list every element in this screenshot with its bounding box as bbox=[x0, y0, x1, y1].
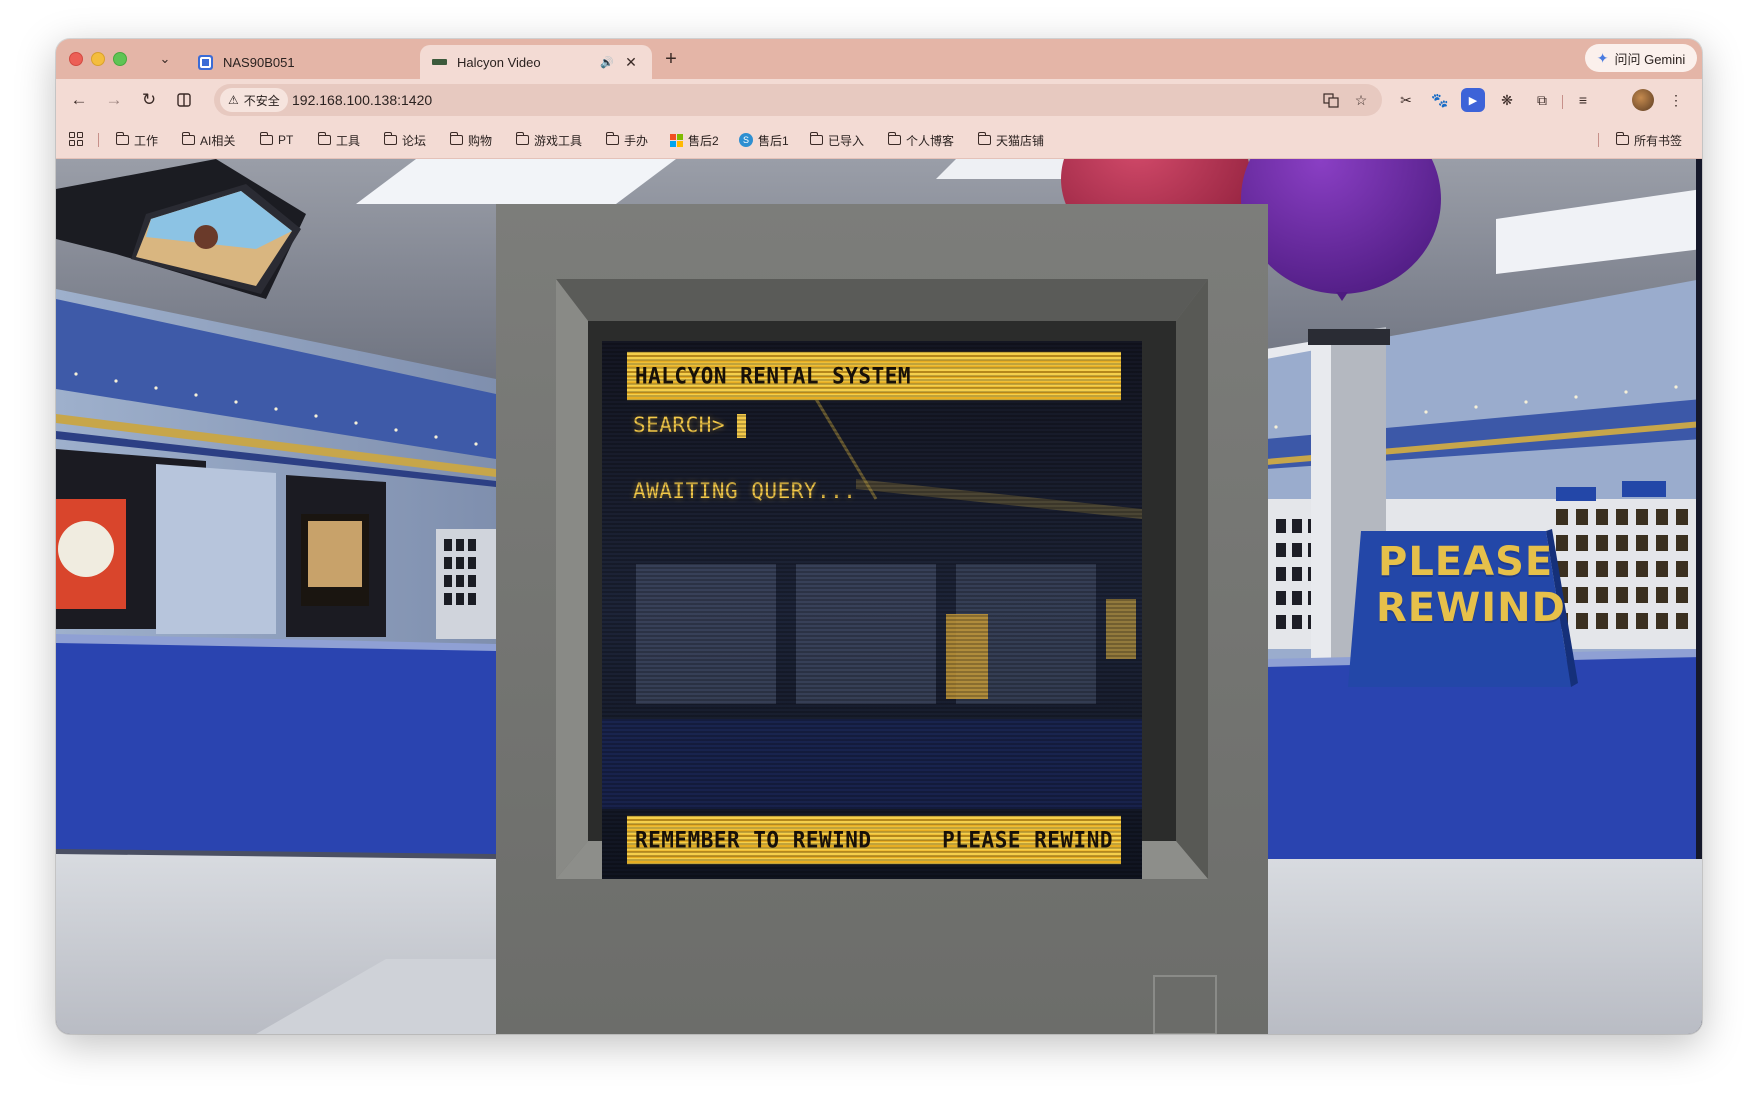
search-prompt-line[interactable]: SEARCH> bbox=[633, 413, 747, 438]
url-text[interactable]: 192.168.100.138:1420 bbox=[292, 84, 432, 116]
bookmark-label: 工具 bbox=[336, 133, 361, 148]
folder-icon bbox=[318, 132, 331, 145]
bookmarks-separator bbox=[1598, 133, 1599, 147]
tab-title: Halcyon Video bbox=[457, 54, 541, 70]
profile-avatar[interactable] bbox=[1632, 89, 1654, 111]
bookmark-label: 售后2 bbox=[688, 133, 719, 148]
bookmark-label: AI相关 bbox=[200, 133, 236, 148]
security-indicator[interactable]: ⚠ 不安全 bbox=[220, 88, 288, 112]
extension-cat-icon[interactable]: 🐾 bbox=[1428, 88, 1452, 112]
apps-grid-icon[interactable] bbox=[69, 132, 83, 146]
footer-left-text: REMEMBER TO REWIND bbox=[635, 827, 872, 853]
warning-triangle-icon: ⚠ bbox=[228, 93, 239, 107]
game-viewport[interactable]: HALCYON RENTAL SYSTEM SEARCH> AWAITING Q… bbox=[56, 159, 1702, 1034]
microsoft-logo-icon bbox=[670, 133, 683, 147]
bookmark-folder-tmall[interactable]: 天猫店铺 bbox=[978, 131, 1044, 149]
folder-icon bbox=[260, 132, 273, 145]
tab-halcyon-video[interactable]: Halcyon Video 🔊 ✕ bbox=[420, 45, 652, 79]
folder-icon bbox=[978, 132, 991, 145]
folder-icon bbox=[810, 132, 823, 145]
folder-icon bbox=[116, 132, 129, 145]
bookmark-aftersales-2[interactable]: 售后2 bbox=[670, 131, 719, 149]
audio-playing-icon[interactable]: 🔊 bbox=[598, 53, 616, 71]
folder-icon bbox=[606, 132, 619, 145]
tab-strip: ⌄ NAS90B051 ✕ Halcyon Video 🔊 ✕ + ✦ 问问 G… bbox=[56, 39, 1702, 79]
toolbar-separator bbox=[1562, 95, 1563, 109]
extension-video-icon[interactable]: ▶ bbox=[1461, 88, 1485, 112]
bookmark-label: 已导入 bbox=[828, 133, 865, 148]
sign-line-2: REWIND bbox=[1376, 585, 1566, 631]
bookmark-label: 个人博客 bbox=[906, 133, 955, 148]
reload-icon[interactable]: ↻ bbox=[136, 87, 162, 113]
gemini-sparkle-icon: ✦ bbox=[1596, 49, 1609, 66]
bookmark-folder-blog[interactable]: 个人博客 bbox=[888, 131, 954, 149]
bookmark-folder-forum[interactable]: 论坛 bbox=[384, 131, 426, 149]
new-tab-button[interactable]: + bbox=[660, 48, 682, 70]
text-cursor bbox=[737, 414, 747, 438]
more-menu-icon[interactable]: ⋮ bbox=[1664, 88, 1688, 112]
folder-icon bbox=[516, 132, 529, 145]
bookmark-label: 论坛 bbox=[402, 133, 427, 148]
gemini-label: 问问 Gemini bbox=[1614, 51, 1686, 67]
translate-icon[interactable] bbox=[1320, 89, 1342, 111]
bookmark-folder-work[interactable]: 工作 bbox=[116, 131, 158, 149]
bookmark-folder-tools[interactable]: 工具 bbox=[318, 131, 360, 149]
security-label: 不安全 bbox=[243, 93, 280, 108]
bookmark-label: 所有书签 bbox=[1634, 133, 1683, 148]
bookmark-aftersales-1[interactable]: S 售后1 bbox=[739, 131, 789, 149]
bookmark-label: PT bbox=[278, 133, 294, 147]
folder-icon bbox=[1616, 132, 1629, 145]
bookmark-label: 天猫店铺 bbox=[996, 133, 1045, 148]
minimize-window-button[interactable] bbox=[91, 52, 105, 66]
bookmark-folder-shopping[interactable]: 购物 bbox=[450, 131, 492, 149]
bookmark-label: 游戏工具 bbox=[534, 133, 583, 148]
bookmark-label: 工作 bbox=[134, 133, 159, 148]
terminal-header: HALCYON RENTAL SYSTEM bbox=[635, 363, 912, 389]
bookmark-label: 售后1 bbox=[758, 133, 789, 148]
folder-icon bbox=[888, 132, 901, 145]
browser-window: ⌄ NAS90B051 ✕ Halcyon Video 🔊 ✕ + ✦ 问问 G… bbox=[56, 39, 1702, 1034]
bookmarks-separator bbox=[98, 133, 99, 147]
terminal-status: AWAITING QUERY... bbox=[633, 479, 857, 503]
bookmark-folder-ai[interactable]: AI相关 bbox=[182, 131, 235, 149]
folder-icon bbox=[182, 132, 195, 145]
close-window-button[interactable] bbox=[69, 52, 83, 66]
site-logo-icon: S bbox=[739, 133, 753, 147]
sign-line-1: PLEASE bbox=[1378, 539, 1554, 585]
folder-icon bbox=[384, 132, 397, 145]
tab-title: NAS90B051 bbox=[223, 54, 295, 70]
nas-favicon-icon bbox=[198, 54, 213, 70]
extensions-puzzle-icon[interactable]: ⧉ bbox=[1530, 88, 1554, 112]
bookmark-folder-imported[interactable]: 已导入 bbox=[810, 131, 864, 149]
halcyon-favicon-icon bbox=[432, 59, 447, 65]
folder-icon bbox=[450, 132, 463, 145]
bookmark-folder-game-tools[interactable]: 游戏工具 bbox=[516, 131, 582, 149]
bookmark-label: 购物 bbox=[468, 133, 493, 148]
all-bookmarks-button[interactable]: 所有书签 bbox=[1616, 131, 1682, 149]
ask-gemini-button[interactable]: ✦ 问问 Gemini bbox=[1585, 44, 1697, 72]
address-bar[interactable]: ⚠ 不安全 192.168.100.138:1420 ☆ bbox=[214, 84, 1382, 116]
split-view-icon[interactable] bbox=[171, 87, 197, 113]
footer-right-text: PLEASE REWIND bbox=[942, 827, 1113, 853]
terminal-footer-bar: REMEMBER TO REWIND PLEASE REWIND bbox=[627, 815, 1121, 865]
search-prompt: SEARCH> bbox=[633, 413, 726, 437]
back-arrow-icon[interactable]: ← bbox=[66, 87, 92, 113]
bookmark-star-icon[interactable]: ☆ bbox=[1350, 89, 1372, 111]
bookmark-label: 手办 bbox=[624, 133, 649, 148]
bookmark-folder-figures[interactable]: 手办 bbox=[606, 131, 648, 149]
bookmark-folder-pt[interactable]: PT bbox=[260, 131, 293, 149]
tab-search-chevron-icon[interactable]: ⌄ bbox=[154, 48, 176, 70]
zoom-window-button[interactable] bbox=[113, 52, 127, 66]
crt-terminal-screen[interactable]: HALCYON RENTAL SYSTEM SEARCH> AWAITING Q… bbox=[602, 341, 1142, 879]
close-tab-icon[interactable]: ✕ bbox=[622, 53, 640, 71]
toolbar: ← → ↻ ⚠ 不安全 192.168.100.138:1420 ☆ ✂ 🐾 ▶… bbox=[56, 79, 1702, 121]
extension-scissors-icon[interactable]: ✂ bbox=[1394, 88, 1418, 112]
bookmarks-bar: 工作 AI相关 PT 工具 论坛 购物 游戏工具 手办 售后2 S 售后1 已导入… bbox=[56, 121, 1702, 159]
extension-openai-icon[interactable]: ❋ bbox=[1495, 88, 1519, 112]
terminal-header-bar: HALCYON RENTAL SYSTEM bbox=[627, 351, 1121, 401]
reading-list-icon[interactable]: ≡ bbox=[1571, 88, 1595, 112]
forward-arrow-icon[interactable]: → bbox=[101, 87, 127, 113]
